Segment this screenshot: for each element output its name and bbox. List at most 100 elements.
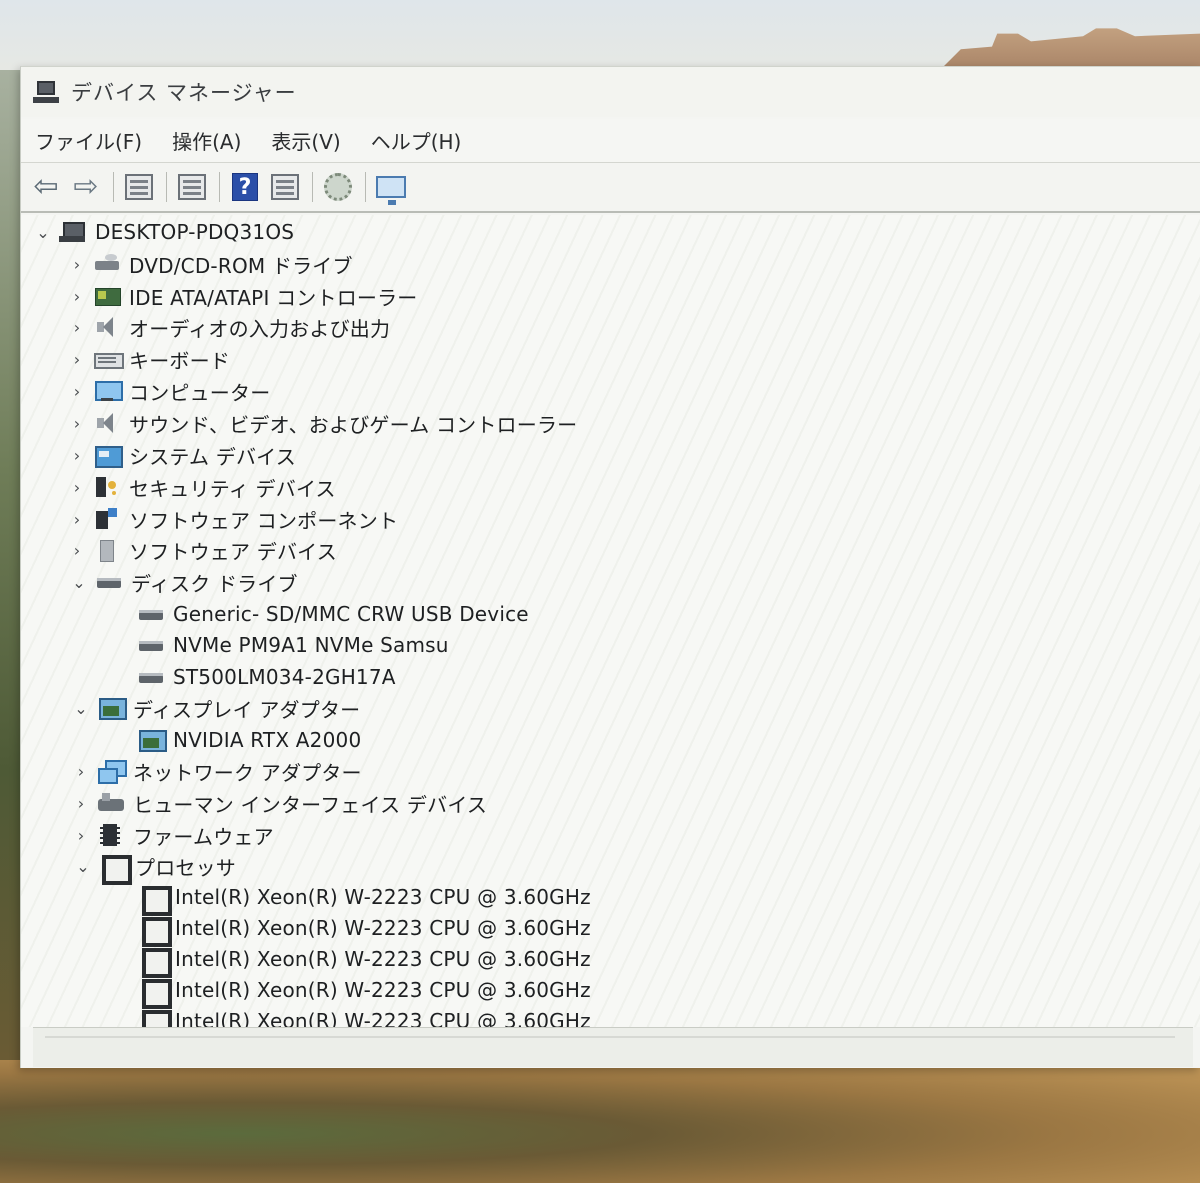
device-tree[interactable]: ⌄ DESKTOP-PDQ31OS › DVD/CD-ROM ドライブ › ID… [21, 215, 1200, 1027]
expand-chevron-icon[interactable]: › [67, 255, 87, 274]
network-adapter-icon [97, 759, 127, 784]
toolbar-separator [219, 172, 220, 202]
system-device-icon [93, 443, 123, 468]
tree-item-sound[interactable]: › サウンド、ビデオ、およびゲーム コントローラー [67, 408, 577, 438]
forward-button[interactable]: ⇨ [69, 170, 103, 204]
processor-icon [99, 854, 132, 885]
tree-item-label: ヒューマン インターフェイス デバイス [133, 792, 488, 817]
tree-item-network[interactable]: › ネットワーク アダプター [71, 756, 362, 786]
update-driver-button[interactable] [321, 170, 355, 204]
expand-chevron-icon[interactable]: › [67, 414, 87, 433]
expand-chevron-icon[interactable]: › [67, 478, 87, 497]
device-manager-window: デバイス マネージャー ファイル(F) 操作(A) 表示(V) ヘルプ(H) ⇦… [20, 66, 1200, 1068]
tree-item-software-device[interactable]: › ソフトウェア デバイス [67, 535, 337, 565]
processor-icon [139, 885, 172, 916]
tree-item-processors[interactable]: ⌄ プロセッサ [73, 851, 236, 885]
tree-item-ide[interactable]: › IDE ATA/ATAPI コントローラー [67, 281, 418, 311]
tree-child-processor[interactable]: Intel(R) Xeon(R) W-2223 CPU @ 3.60GHz [139, 882, 591, 916]
back-button[interactable]: ⇦ [29, 170, 63, 204]
tree-child-label: Intel(R) Xeon(R) W-2223 CPU @ 3.60GHz [175, 916, 591, 940]
expand-chevron-icon[interactable]: › [67, 382, 87, 401]
disk-drive-icon [137, 602, 165, 626]
expand-chevron-icon[interactable]: › [71, 794, 91, 813]
scan-hardware-button[interactable] [374, 170, 408, 205]
device-manager-icon [33, 79, 59, 105]
tree-root[interactable]: ⌄ DESKTOP-PDQ31OS [33, 217, 294, 247]
collapse-chevron-icon[interactable]: ⌄ [71, 699, 91, 718]
tree-child-label: Generic- SD/MMC CRW USB Device [173, 602, 529, 626]
desktop-background-hills [0, 1060, 1200, 1183]
menu-help[interactable]: ヘルプ(H) [371, 126, 462, 155]
scrollbar-track[interactable] [45, 1036, 1175, 1038]
firmware-icon [97, 823, 125, 847]
tree-child-label: Intel(R) Xeon(R) W-2223 CPU @ 3.60GHz [175, 885, 591, 909]
expand-chevron-icon[interactable]: › [67, 510, 87, 529]
toolbar-separator [166, 172, 167, 202]
toolbar-separator [365, 172, 366, 202]
tree-item-label: システム デバイス [129, 444, 296, 469]
help-icon: ? [232, 173, 258, 201]
expand-chevron-icon[interactable]: › [71, 826, 91, 845]
show-hide-tree-button[interactable] [122, 170, 156, 204]
tree-child-disk[interactable]: ST500LM034-2GH17A [137, 662, 396, 692]
tree-child-processor[interactable]: Intel(R) Xeon(R) W-2223 CPU @ 3.60GHz [139, 913, 591, 947]
expand-chevron-icon[interactable]: › [67, 287, 87, 306]
tree-child-processor[interactable]: Intel(R) Xeon(R) W-2223 CPU @ 3.60GHz [139, 1006, 591, 1027]
tree-child-label: Intel(R) Xeon(R) W-2223 CPU @ 3.60GHz [175, 978, 591, 1002]
tree-child-label: NVIDIA RTX A2000 [173, 728, 362, 752]
tree-item-computer[interactable]: › コンピューター [67, 376, 270, 406]
tree-child-processor[interactable]: Intel(R) Xeon(R) W-2223 CPU @ 3.60GHz [139, 975, 591, 1009]
disk-drive-icon [137, 633, 165, 657]
tree-child-label: Intel(R) Xeon(R) W-2223 CPU @ 3.60GHz [175, 1009, 591, 1027]
display-adapter-icon [137, 728, 167, 752]
tree-child-processor[interactable]: Intel(R) Xeon(R) W-2223 CPU @ 3.60GHz [139, 944, 591, 978]
tree-child-disk[interactable]: NVMe PM9A1 NVMe Samsu [137, 630, 449, 660]
tree-item-software-component[interactable]: › ソフトウェア コンポーネント [67, 504, 398, 534]
properties-icon [178, 174, 206, 200]
view-details-button[interactable] [268, 170, 302, 204]
expand-chevron-icon[interactable]: › [67, 318, 87, 337]
tree-root-label: DESKTOP-PDQ31OS [95, 220, 295, 244]
tree-item-label: ファームウェア [133, 824, 274, 849]
tree-item-disk-drives[interactable]: ⌄ ディスク ドライブ [69, 567, 298, 597]
tree-item-label: サウンド、ビデオ、およびゲーム コントローラー [129, 412, 578, 437]
help-button[interactable]: ? [228, 170, 262, 204]
tree-item-display-adapters[interactable]: ⌄ ディスプレイ アダプター [71, 693, 360, 723]
tree-item-label: オーディオの入力および出力 [129, 316, 391, 341]
tree-item-system[interactable]: › システム デバイス [67, 440, 296, 470]
tree-item-firmware[interactable]: › ファームウェア [71, 820, 274, 850]
expand-chevron-icon[interactable]: › [67, 350, 87, 369]
tree-item-label: ネットワーク アダプター [133, 760, 362, 785]
tree-item-keyboard[interactable]: › キーボード [67, 344, 230, 374]
menu-action[interactable]: 操作(A) [172, 126, 241, 155]
expand-chevron-icon[interactable]: › [71, 762, 91, 781]
expand-chevron-icon[interactable]: › [67, 541, 87, 560]
toolbar: ⇦ ⇨ ? [21, 163, 1200, 213]
disk-drive-icon [95, 570, 123, 594]
window-title: デバイス マネージャー [71, 81, 297, 105]
scan-hardware-icon [376, 176, 406, 205]
tree-child-disk[interactable]: Generic- SD/MMC CRW USB Device [137, 599, 529, 629]
processor-icon [139, 947, 172, 978]
tree-item-dvd[interactable]: › DVD/CD-ROM ドライブ [67, 249, 353, 279]
title-bar[interactable]: デバイス マネージャー [21, 67, 1200, 117]
tree-item-security[interactable]: › セキュリティ デバイス [67, 472, 336, 502]
collapse-chevron-icon[interactable]: ⌄ [69, 573, 89, 592]
menu-view[interactable]: 表示(V) [271, 126, 340, 155]
tree-item-audio[interactable]: › オーディオの入力および出力 [67, 312, 390, 342]
collapse-chevron-icon[interactable]: ⌄ [73, 857, 93, 876]
sound-icon [93, 411, 121, 435]
forward-icon: ⇨ [73, 169, 99, 204]
show-hide-tree-icon [125, 174, 153, 200]
properties-button[interactable] [175, 170, 209, 204]
tree-child-display-adapter[interactable]: NVIDIA RTX A2000 [137, 725, 361, 755]
collapse-chevron-icon[interactable]: ⌄ [33, 223, 53, 242]
tree-item-hid[interactable]: › ヒューマン インターフェイス デバイス [71, 788, 487, 818]
tree-item-label: セキュリティ デバイス [129, 476, 336, 501]
update-driver-icon [324, 173, 352, 201]
menu-file[interactable]: ファイル(F) [35, 126, 142, 155]
dvd-drive-icon [93, 252, 121, 276]
tree-item-label: ディスク ドライブ [131, 571, 298, 596]
expand-chevron-icon[interactable]: › [67, 446, 87, 465]
horizontal-scrollbar[interactable] [33, 1027, 1193, 1067]
